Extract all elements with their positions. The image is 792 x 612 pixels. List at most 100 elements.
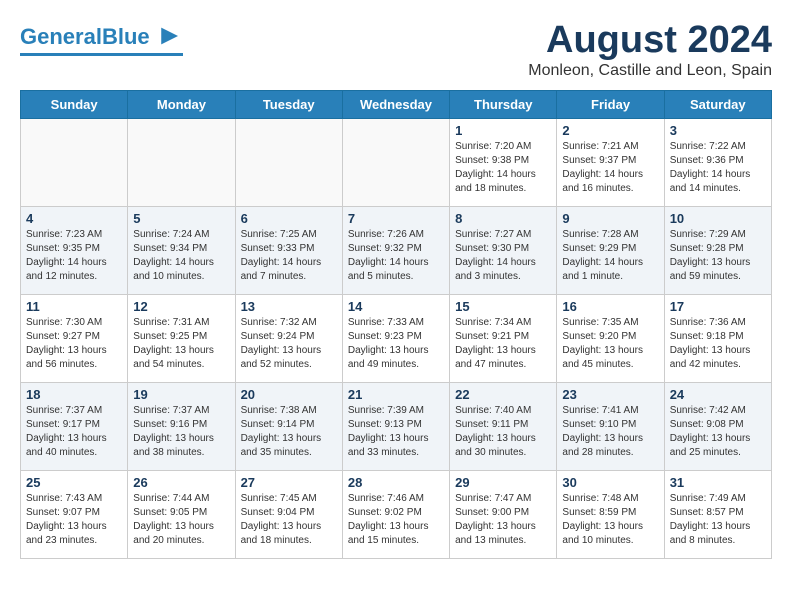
calendar-cell: 15Sunrise: 7:34 AMSunset: 9:21 PMDayligh… bbox=[450, 294, 557, 382]
logo-text: GeneralBlue ► bbox=[20, 20, 183, 51]
calendar-cell: 19 Sunrise: 7:37 AMSunset: 9:16 PMDayligh… bbox=[128, 382, 235, 470]
day-info: Sunrise: 7:41 AMSunset: 9:10 PMDaylight:… bbox=[562, 404, 658, 460]
day-info: Sunrise: 7:31 AMSunset: 9:25 PMDaylight:… bbox=[133, 316, 229, 372]
calendar-cell: 6Sunrise: 7:25 AMSunset: 9:33 PMDaylight… bbox=[235, 206, 342, 294]
day-info: Sunrise: 7:32 AMSunset: 9:24 PMDaylight:… bbox=[241, 316, 337, 372]
calendar-cell: 4Sunrise: 7:23 AMSunset: 9:35 PMDaylight… bbox=[21, 206, 128, 294]
weekday-header: Saturday bbox=[664, 90, 771, 118]
day-number: 29 bbox=[455, 475, 551, 490]
calendar-table: SundayMondayTuesdayWednesdayThursdayFrid… bbox=[20, 90, 772, 559]
day-number: 18 bbox=[26, 387, 122, 402]
calendar-cell: 3 Sunrise: 7:22 AMSunset: 9:36 PMDaylight… bbox=[664, 118, 771, 206]
calendar-cell: 9 Sunrise: 7:28 AMSunset: 9:29 PMDaylight… bbox=[557, 206, 664, 294]
calendar-week-row: 4Sunrise: 7:23 AMSunset: 9:35 PMDaylight… bbox=[21, 206, 772, 294]
calendar-cell: 13 Sunrise: 7:32 AMSunset: 9:24 PMDayligh… bbox=[235, 294, 342, 382]
weekday-header: Monday bbox=[128, 90, 235, 118]
day-number: 16 bbox=[562, 299, 658, 314]
calendar-cell: 27 Sunrise: 7:45 AMSunset: 9:04 PMDayligh… bbox=[235, 470, 342, 558]
day-info: Sunrise: 7:43 AMSunset: 9:07 PMDaylight:… bbox=[26, 492, 122, 548]
calendar-cell: 18 Sunrise: 7:37 AMSunset: 9:17 PMDayligh… bbox=[21, 382, 128, 470]
month-year: August 2024 bbox=[528, 20, 772, 62]
day-info: Sunrise: 7:40 AMSunset: 9:11 PMDaylight:… bbox=[455, 404, 551, 460]
weekday-header: Sunday bbox=[21, 90, 128, 118]
calendar-cell: 25 Sunrise: 7:43 AMSunset: 9:07 PMDayligh… bbox=[21, 470, 128, 558]
weekday-header: Thursday bbox=[450, 90, 557, 118]
day-number: 3 bbox=[670, 123, 766, 138]
day-number: 22 bbox=[455, 387, 551, 402]
title-block: August 2024 Monleon, Castille and Leon, … bbox=[528, 20, 772, 80]
day-number: 10 bbox=[670, 211, 766, 226]
day-info: Sunrise: 7:33 AMSunset: 9:23 PMDaylight:… bbox=[348, 316, 444, 372]
calendar-week-row: 25 Sunrise: 7:43 AMSunset: 9:07 PMDayligh… bbox=[21, 470, 772, 558]
day-info: Sunrise: 7:29 AMSunset: 9:28 PMDaylight:… bbox=[670, 228, 766, 284]
day-info: Sunrise: 7:26 AMSunset: 9:32 PMDaylight:… bbox=[348, 228, 444, 284]
calendar-cell: 1 Sunrise: 7:20 AMSunset: 9:38 PMDaylight… bbox=[450, 118, 557, 206]
day-number: 28 bbox=[348, 475, 444, 490]
day-info: Sunrise: 7:44 AMSunset: 9:05 PMDaylight:… bbox=[133, 492, 229, 548]
day-number: 27 bbox=[241, 475, 337, 490]
day-number: 25 bbox=[26, 475, 122, 490]
day-info: Sunrise: 7:37 AMSunset: 9:16 PMDaylight:… bbox=[133, 404, 229, 460]
calendar-cell: 5 Sunrise: 7:24 AMSunset: 9:34 PMDaylight… bbox=[128, 206, 235, 294]
calendar-cell: 20Sunrise: 7:38 AMSunset: 9:14 PMDayligh… bbox=[235, 382, 342, 470]
day-number: 9 bbox=[562, 211, 658, 226]
logo: GeneralBlue ► bbox=[20, 20, 183, 56]
weekday-header: Tuesday bbox=[235, 90, 342, 118]
day-number: 31 bbox=[670, 475, 766, 490]
weekday-header-row: SundayMondayTuesdayWednesdayThursdayFrid… bbox=[21, 90, 772, 118]
calendar-week-row: 11 Sunrise: 7:30 AMSunset: 9:27 PMDayligh… bbox=[21, 294, 772, 382]
calendar-cell: 8Sunrise: 7:27 AMSunset: 9:30 PMDaylight… bbox=[450, 206, 557, 294]
calendar-cell bbox=[235, 118, 342, 206]
calendar-cell: 28 Sunrise: 7:46 AMSunset: 9:02 PMDayligh… bbox=[342, 470, 449, 558]
day-info: Sunrise: 7:28 AMSunset: 9:29 PMDaylight:… bbox=[562, 228, 658, 284]
day-number: 14 bbox=[348, 299, 444, 314]
day-info: Sunrise: 7:27 AMSunset: 9:30 PMDaylight:… bbox=[455, 228, 551, 284]
calendar-cell: 21 Sunrise: 7:39 AMSunset: 9:13 PMDayligh… bbox=[342, 382, 449, 470]
day-number: 21 bbox=[348, 387, 444, 402]
calendar-cell bbox=[128, 118, 235, 206]
day-info: Sunrise: 7:30 AMSunset: 9:27 PMDaylight:… bbox=[26, 316, 122, 372]
day-info: Sunrise: 7:20 AMSunset: 9:38 PMDaylight:… bbox=[455, 140, 551, 196]
day-info: Sunrise: 7:35 AMSunset: 9:20 PMDaylight:… bbox=[562, 316, 658, 372]
calendar-cell: 16 Sunrise: 7:35 AMSunset: 9:20 PMDayligh… bbox=[557, 294, 664, 382]
day-number: 23 bbox=[562, 387, 658, 402]
day-info: Sunrise: 7:48 AMSunset: 8:59 PMDaylight:… bbox=[562, 492, 658, 548]
day-number: 12 bbox=[133, 299, 229, 314]
day-info: Sunrise: 7:21 AMSunset: 9:37 PMDaylight:… bbox=[562, 140, 658, 196]
day-number: 24 bbox=[670, 387, 766, 402]
calendar-cell: 24 Sunrise: 7:42 AMSunset: 9:08 PMDayligh… bbox=[664, 382, 771, 470]
day-info: Sunrise: 7:39 AMSunset: 9:13 PMDaylight:… bbox=[348, 404, 444, 460]
day-info: Sunrise: 7:46 AMSunset: 9:02 PMDaylight:… bbox=[348, 492, 444, 548]
calendar-cell bbox=[21, 118, 128, 206]
calendar-cell: 7Sunrise: 7:26 AMSunset: 9:32 PMDaylight… bbox=[342, 206, 449, 294]
calendar-cell: 22 Sunrise: 7:40 AMSunset: 9:11 PMDayligh… bbox=[450, 382, 557, 470]
calendar-cell: 14 Sunrise: 7:33 AMSunset: 9:23 PMDayligh… bbox=[342, 294, 449, 382]
day-number: 4 bbox=[26, 211, 122, 226]
day-info: Sunrise: 7:49 AMSunset: 8:57 PMDaylight:… bbox=[670, 492, 766, 548]
weekday-header: Friday bbox=[557, 90, 664, 118]
day-info: Sunrise: 7:22 AMSunset: 9:36 PMDaylight:… bbox=[670, 140, 766, 196]
day-number: 30 bbox=[562, 475, 658, 490]
logo-arrow: ► bbox=[156, 19, 184, 50]
day-number: 1 bbox=[455, 123, 551, 138]
logo-general: General bbox=[20, 24, 102, 49]
logo-underline bbox=[20, 53, 183, 56]
day-number: 13 bbox=[241, 299, 337, 314]
calendar-cell: 23 Sunrise: 7:41 AMSunset: 9:10 PMDayligh… bbox=[557, 382, 664, 470]
day-number: 2 bbox=[562, 123, 658, 138]
day-number: 19 bbox=[133, 387, 229, 402]
calendar-week-row: 18 Sunrise: 7:37 AMSunset: 9:17 PMDayligh… bbox=[21, 382, 772, 470]
logo-blue: Blue bbox=[102, 24, 150, 49]
day-info: Sunrise: 7:37 AMSunset: 9:17 PMDaylight:… bbox=[26, 404, 122, 460]
day-info: Sunrise: 7:45 AMSunset: 9:04 PMDaylight:… bbox=[241, 492, 337, 548]
day-info: Sunrise: 7:25 AMSunset: 9:33 PMDaylight:… bbox=[241, 228, 337, 284]
day-number: 20 bbox=[241, 387, 337, 402]
calendar-cell: 31 Sunrise: 7:49 AMSunset: 8:57 PMDayligh… bbox=[664, 470, 771, 558]
day-number: 5 bbox=[133, 211, 229, 226]
day-info: Sunrise: 7:36 AMSunset: 9:18 PMDaylight:… bbox=[670, 316, 766, 372]
calendar-cell: 10 Sunrise: 7:29 AMSunset: 9:28 PMDayligh… bbox=[664, 206, 771, 294]
page-header: GeneralBlue ► August 2024 Monleon, Casti… bbox=[20, 20, 772, 80]
day-info: Sunrise: 7:24 AMSunset: 9:34 PMDaylight:… bbox=[133, 228, 229, 284]
day-number: 11 bbox=[26, 299, 122, 314]
day-info: Sunrise: 7:42 AMSunset: 9:08 PMDaylight:… bbox=[670, 404, 766, 460]
